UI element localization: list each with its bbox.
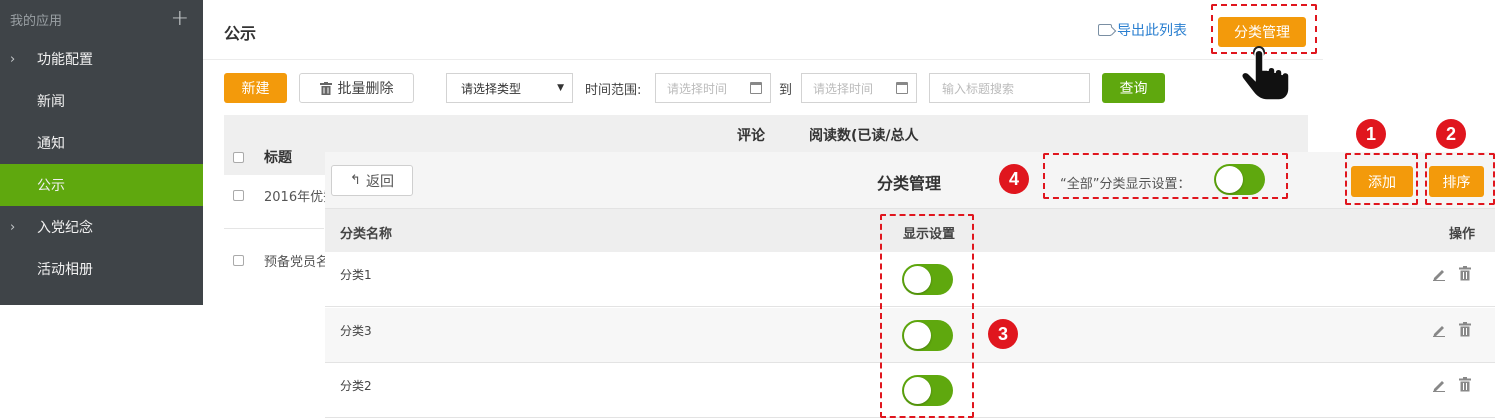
highlight-box-sort xyxy=(1425,153,1495,205)
sidebar-item-news[interactable]: 新闻 xyxy=(0,80,203,122)
select-all-checkbox[interactable] xyxy=(233,152,244,163)
trash-icon[interactable] xyxy=(1458,322,1472,337)
sidebar-item-label: 通知 xyxy=(37,136,65,152)
time-range-label: 时间范围: xyxy=(585,83,642,98)
query-button[interactable]: 查询 xyxy=(1102,73,1165,103)
back-arrow-icon: ↰ xyxy=(350,173,361,188)
chevron-right-icon: › xyxy=(10,219,16,235)
end-date-input[interactable]: 请选择时间 xyxy=(801,73,917,103)
sidebar: 我的应用 + › 功能配置 新闻 通知 公示 › 入党纪念 活动相册 xyxy=(0,0,203,305)
sidebar-item-label: 入党纪念 xyxy=(37,220,93,236)
sidebar-item-label: 公示 xyxy=(37,178,65,194)
to-label: 到 xyxy=(779,83,793,98)
trash-icon xyxy=(319,81,332,95)
panel-header: ↰ 返回 分类管理 “全部”分类显示设置： 添加 排序 xyxy=(325,152,1495,208)
row-checkbox[interactable] xyxy=(233,255,244,266)
marker-4: 4 xyxy=(999,164,1029,194)
start-date-input[interactable]: 请选择时间 xyxy=(655,73,771,103)
panel-title: 分类管理 xyxy=(877,174,942,193)
column-comment: 评论 xyxy=(737,128,765,144)
column-actions: 操作 xyxy=(1449,227,1476,242)
sidebar-item-party-memorial[interactable]: › 入党纪念 xyxy=(0,206,203,248)
back-label: 返回 xyxy=(365,173,394,190)
calendar-icon xyxy=(750,82,762,94)
trash-icon[interactable] xyxy=(1458,266,1472,281)
start-date-placeholder: 请选择时间 xyxy=(667,81,728,96)
column-reads: 阅读数(已读/总人 xyxy=(809,128,919,144)
batch-delete-label: 批量删除 xyxy=(337,81,394,97)
back-button[interactable]: ↰ 返回 xyxy=(331,165,413,196)
edit-icon[interactable] xyxy=(1432,323,1446,337)
row-checkbox[interactable] xyxy=(233,190,244,201)
marker-3: 3 xyxy=(988,319,1018,349)
sidebar-item-notice[interactable]: 通知 xyxy=(0,122,203,164)
marker-2: 2 xyxy=(1436,119,1466,149)
column-category-name: 分类名称 xyxy=(340,227,393,242)
sidebar-item-label: 新闻 xyxy=(37,94,65,110)
column-title: 标题 xyxy=(264,150,292,166)
export-list-link[interactable]: 导出此列表 xyxy=(1098,20,1187,40)
category-name: 分类1 xyxy=(340,268,372,282)
header-divider xyxy=(203,59,1323,60)
sidebar-header: 我的应用 + xyxy=(0,0,203,38)
caret-down-icon: ▼ xyxy=(557,83,564,93)
new-button[interactable]: 新建 xyxy=(224,73,287,103)
title-search-input[interactable]: 输入标题搜索 xyxy=(929,73,1090,103)
pointer-hand-icon xyxy=(1240,46,1290,101)
chevron-right-icon: › xyxy=(10,51,16,67)
calendar-icon xyxy=(896,82,908,94)
sidebar-item-label: 功能配置 xyxy=(37,52,93,68)
row-divider xyxy=(224,228,324,229)
export-icon xyxy=(1098,24,1112,36)
category-name: 分类3 xyxy=(340,324,372,338)
batch-delete-button[interactable]: 批量删除 xyxy=(299,73,414,103)
page-title: 公示 xyxy=(224,24,257,43)
sidebar-item-function-config[interactable]: › 功能配置 xyxy=(0,38,203,80)
highlight-box-display-column xyxy=(880,214,974,418)
bg-row-title: 预备党员名 xyxy=(264,255,330,270)
end-date-placeholder: 请选择时间 xyxy=(813,81,874,96)
sidebar-item-activity-album[interactable]: 活动相册 xyxy=(0,248,203,290)
sidebar-item-publicity[interactable]: 公示 xyxy=(0,164,203,206)
highlight-box-add xyxy=(1345,153,1418,205)
type-select-value: 请选择类型 xyxy=(461,81,522,96)
sidebar-item-label: 活动相册 xyxy=(37,262,93,278)
edit-icon[interactable] xyxy=(1432,378,1446,392)
trash-icon[interactable] xyxy=(1458,377,1472,392)
highlight-box-all-setting xyxy=(1043,153,1288,199)
category-name: 分类2 xyxy=(340,379,372,393)
sidebar-header-label: 我的应用 xyxy=(10,13,63,29)
marker-1: 1 xyxy=(1356,119,1386,149)
plus-icon[interactable]: + xyxy=(171,8,189,30)
edit-icon[interactable] xyxy=(1432,267,1446,281)
export-list-label: 导出此列表 xyxy=(1117,23,1187,39)
type-select[interactable]: 请选择类型 ▼ xyxy=(446,73,573,103)
